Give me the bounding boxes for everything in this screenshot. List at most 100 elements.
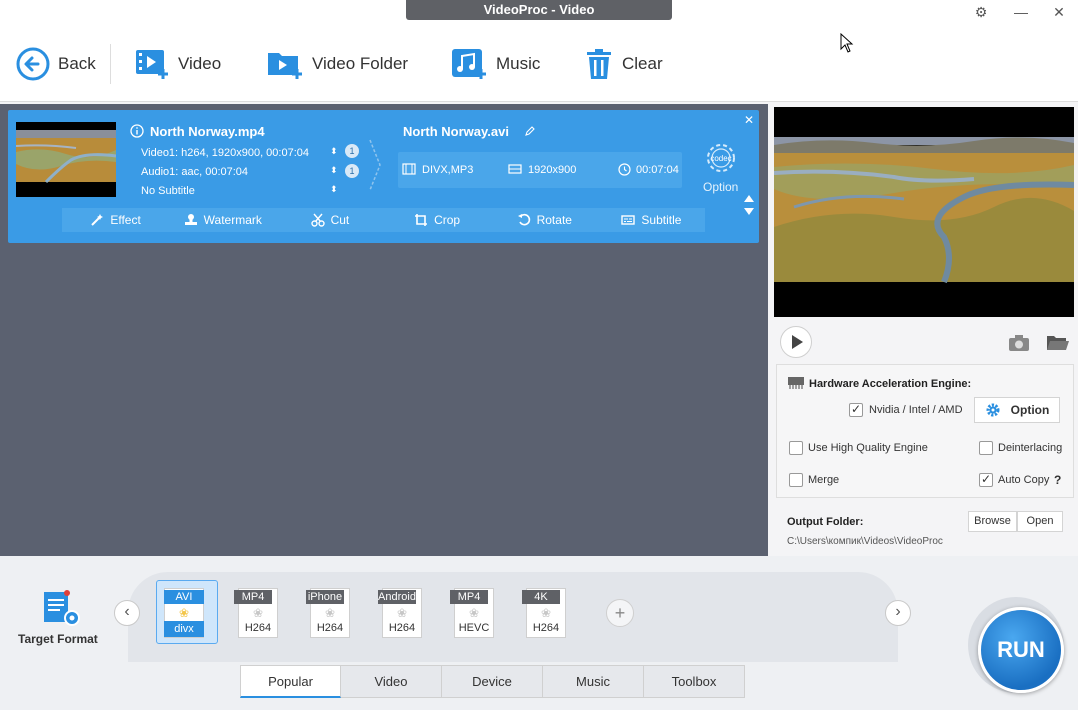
cut-label: Cut: [330, 213, 350, 227]
subtitle-button[interactable]: Subtitle: [598, 208, 705, 232]
back-button[interactable]: Back: [16, 46, 96, 82]
minimize-button[interactable]: —: [1010, 2, 1032, 22]
tab-device[interactable]: Device: [442, 665, 543, 698]
add-video-folder-button[interactable]: Video Folder: [266, 46, 408, 82]
format-codec: divx: [164, 621, 204, 637]
format-tag: MP4: [234, 590, 272, 604]
format-next-button[interactable]: ›: [885, 600, 911, 626]
high-quality-checkbox[interactable]: [789, 441, 803, 455]
deinterlacing-checkbox[interactable]: [979, 441, 993, 455]
hardware-option-button[interactable]: Option: [974, 397, 1060, 423]
reorder-arrows-icon[interactable]: [743, 194, 755, 216]
merge-label: Merge: [808, 474, 840, 486]
format-tile-2[interactable]: iPhone ❀ H264: [306, 588, 352, 640]
play-button[interactable]: [780, 326, 812, 358]
run-button[interactable]: RUN: [978, 607, 1064, 693]
format-tag: iPhone: [306, 590, 344, 604]
film-icon: [402, 163, 416, 175]
output-folder-label: Output Folder:: [787, 516, 864, 528]
high-quality-label: Use High Quality Engine: [808, 442, 928, 454]
chip-icon: [788, 377, 804, 389]
rotate-button[interactable]: Rotate: [491, 208, 598, 232]
window-title: VideoProc - Video: [406, 0, 672, 20]
settings-icon[interactable]: ⚙: [970, 2, 992, 22]
video-label: Video: [178, 54, 222, 73]
trash-icon: [587, 49, 611, 79]
codec-option-button[interactable]: codec: [702, 140, 740, 176]
format-tag: AVI: [164, 590, 204, 604]
hardware-option-label: Option: [1010, 403, 1050, 417]
add-format-button[interactable]: +: [606, 599, 634, 627]
video-item-card[interactable]: North Norway.mp4 Video1: h264, 1920x900,…: [8, 110, 759, 243]
gpu-checkbox[interactable]: [849, 402, 863, 417]
tab-music[interactable]: Music: [543, 665, 644, 698]
camera-snapshot-icon[interactable]: [1008, 334, 1030, 352]
open-folder-icon[interactable]: [1046, 334, 1070, 352]
output-codecs: DIVX,MP3: [422, 164, 474, 176]
cut-button[interactable]: Cut: [276, 208, 383, 232]
subtitle-track-info[interactable]: No Subtitle: [141, 185, 195, 197]
main-toolbar: Back Video Video Folder Music Clear: [0, 24, 1078, 102]
target-format-label: Target Format: [18, 632, 98, 646]
play-icon: [792, 335, 803, 349]
music-label: Music: [496, 54, 541, 73]
video-folder-label: Video Folder: [312, 54, 409, 73]
remove-item-button[interactable]: ✕: [744, 113, 754, 127]
add-video-button[interactable]: Video: [134, 46, 221, 82]
format-prev-button[interactable]: ‹: [114, 600, 140, 626]
preview-frame-image: [774, 137, 1074, 284]
video-thumbnail: [16, 122, 116, 197]
title-bar: VideoProc - Video ⚙ — ✕: [0, 0, 1078, 24]
format-tile-4[interactable]: MP4 ❀ HEVC: [450, 588, 496, 640]
crop-button[interactable]: Crop: [384, 208, 491, 232]
close-window-button[interactable]: ✕: [1048, 2, 1070, 22]
mouse-cursor-icon: [840, 33, 854, 53]
format-codec: HEVC: [458, 622, 490, 634]
auto-copy-checkbox[interactable]: [979, 472, 993, 487]
film-reel-icon: ❀: [540, 606, 552, 620]
back-arrow-icon: [16, 47, 50, 81]
video-track-count-badge: 1: [345, 144, 359, 158]
format-tile-5[interactable]: 4K ❀ H264: [522, 588, 568, 640]
music-add-icon: [452, 49, 486, 79]
watermark-button[interactable]: Watermark: [169, 208, 276, 232]
film-reel-icon: ❀: [324, 606, 336, 620]
toolbar-divider: [110, 44, 111, 84]
film-reel-icon: ❀: [252, 606, 264, 620]
format-tile-0[interactable]: AVI ❀ divx: [156, 580, 218, 644]
rename-pencil-icon[interactable]: [524, 125, 536, 137]
codec-option-label[interactable]: Option: [703, 180, 738, 194]
open-button[interactable]: Open: [1017, 511, 1063, 532]
resolution-icon: [508, 164, 522, 174]
auto-copy-help-icon[interactable]: ?: [1054, 473, 1061, 487]
audio-track-stepper-icon[interactable]: ⬍: [330, 165, 338, 176]
film-reel-icon: ❀: [178, 606, 190, 620]
add-music-button[interactable]: Music: [450, 46, 540, 82]
format-tile-3[interactable]: Android ❀ H264: [378, 588, 424, 640]
browse-button[interactable]: Browse: [968, 511, 1017, 532]
format-tile-1[interactable]: MP4 ❀ H264: [234, 588, 280, 640]
source-file-name: North Norway.mp4: [150, 124, 265, 139]
subtitle-track-stepper-icon[interactable]: ⬍: [330, 184, 338, 195]
clear-button[interactable]: Clear: [584, 46, 663, 82]
watermark-label: Watermark: [203, 213, 262, 227]
magic-wand-icon: [91, 214, 104, 226]
format-codec: H264: [532, 622, 560, 634]
video-track-info[interactable]: Video1: h264, 1920x900, 00:07:04: [141, 147, 309, 159]
merge-checkbox[interactable]: [789, 473, 803, 487]
tab-toolbox[interactable]: Toolbox: [644, 665, 745, 698]
format-codec: H264: [244, 622, 272, 634]
scissors-icon: [310, 213, 325, 227]
video-preview[interactable]: [774, 107, 1074, 317]
format-tag: 4K: [522, 590, 560, 604]
tab-video[interactable]: Video: [341, 665, 442, 698]
gear-icon: [986, 403, 1000, 417]
info-icon[interactable]: [130, 124, 144, 138]
codec-gear-icon: codec: [707, 144, 735, 172]
output-duration: 00:07:04: [636, 164, 679, 176]
tab-popular[interactable]: Popular: [240, 665, 341, 698]
effect-button[interactable]: Effect: [62, 208, 169, 232]
audio-track-info[interactable]: Audio1: aac, 00:07:04: [141, 166, 248, 178]
deinterlacing-label: Deinterlacing: [998, 442, 1063, 454]
video-track-stepper-icon[interactable]: ⬍: [330, 146, 338, 157]
